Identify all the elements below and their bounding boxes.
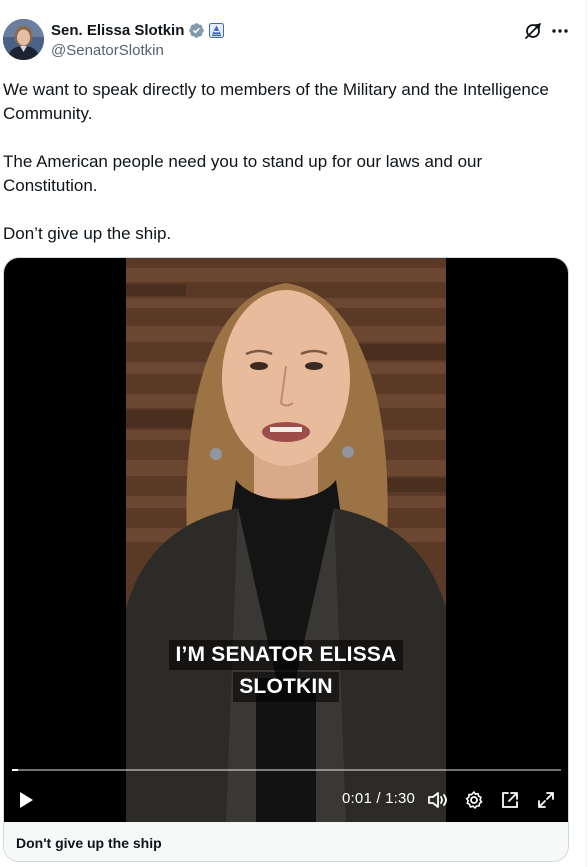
fullscreen-button[interactable] xyxy=(535,788,557,812)
column-divider xyxy=(586,0,587,867)
fullscreen-icon xyxy=(538,792,554,808)
tweet-paragraph: We want to speak directly to members of … xyxy=(3,80,549,123)
video-frame-image xyxy=(126,258,446,822)
gear-icon xyxy=(465,791,483,809)
settings-button[interactable] xyxy=(463,788,485,812)
avatar[interactable] xyxy=(3,19,44,60)
tweet-header: Sen. Elissa Slotkin @SenatorSlotkin xyxy=(0,0,588,70)
caption-line: SLOTKIN xyxy=(233,672,339,702)
volume-button[interactable] xyxy=(427,788,449,812)
tweet-paragraph: Don’t give up the ship. xyxy=(3,224,172,243)
caption-line: I’M SENATOR ELISSA xyxy=(169,640,403,670)
tweet-text: We want to speak directly to members of … xyxy=(3,78,563,246)
author-display-name[interactable]: Sen. Elissa Slotkin xyxy=(51,22,184,39)
play-icon xyxy=(20,792,33,808)
government-affiliation-badge-icon[interactable] xyxy=(209,22,225,38)
video-progress-bar[interactable] xyxy=(12,769,561,771)
video-time: 0:01 / 1:30 xyxy=(342,790,416,807)
play-button[interactable] xyxy=(14,788,38,812)
video-player[interactable]: I’M SENATOR ELISSA SLOTKIN 0:01 / 1:30 xyxy=(4,258,568,822)
gray-verified-badge-icon xyxy=(188,22,205,39)
tweet-paragraph: The American people need you to stand up… xyxy=(3,152,483,195)
author-name-row: Sen. Elissa Slotkin xyxy=(51,20,225,40)
more-icon[interactable] xyxy=(550,22,570,40)
picture-in-picture-button[interactable] xyxy=(499,788,521,812)
video-card-title[interactable]: Don't give up the ship xyxy=(16,835,162,851)
volume-muted-icon xyxy=(428,792,447,808)
picture-in-picture-icon xyxy=(502,792,518,808)
video-progress-fill xyxy=(12,769,19,771)
video-card[interactable]: I’M SENATOR ELISSA SLOTKIN 0:01 / 1:30 D… xyxy=(3,257,569,862)
author-handle[interactable]: @SenatorSlotkin xyxy=(51,42,164,59)
video-caption: I’M SENATOR ELISSA SLOTKIN xyxy=(4,640,568,702)
grok-icon[interactable] xyxy=(524,22,542,40)
